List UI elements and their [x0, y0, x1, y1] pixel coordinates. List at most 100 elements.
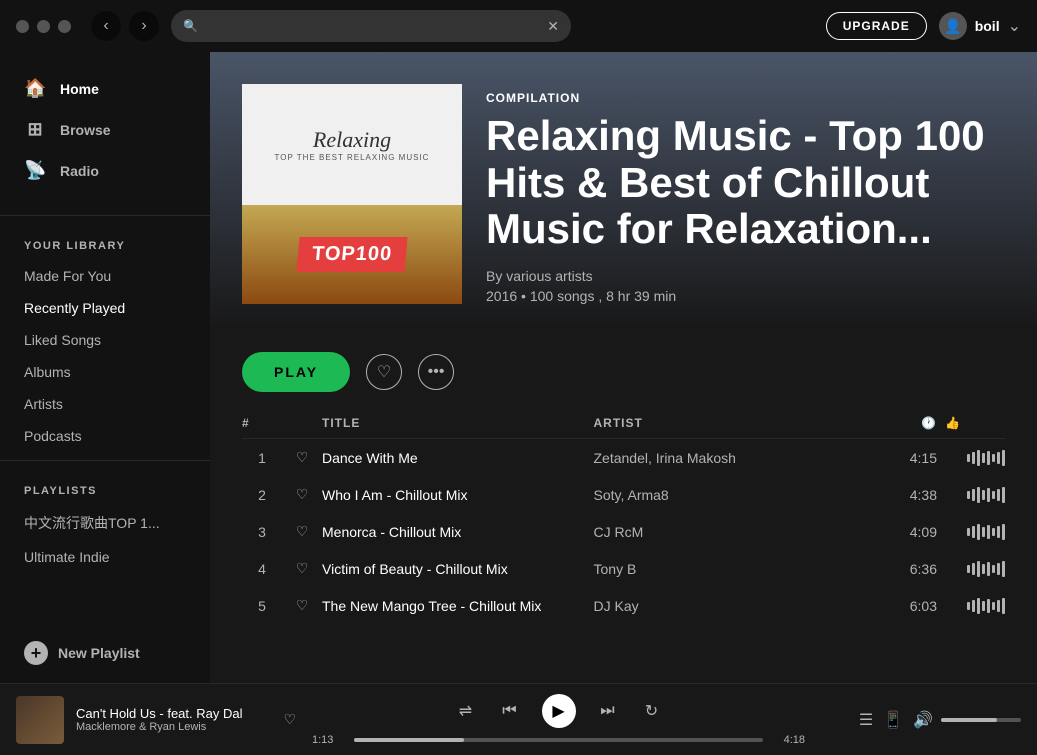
- sidebar-divider-2: [0, 460, 210, 461]
- window-dot-maximize[interactable]: [58, 20, 71, 33]
- waveform-bar: [972, 563, 975, 575]
- track-title: Menorca - Chillout Mix: [322, 524, 594, 540]
- track-row[interactable]: 5 ♡ The New Mango Tree - Chillout Mix DJ…: [242, 587, 1005, 624]
- track-title: Dance With Me: [322, 450, 594, 466]
- waveform-bar: [967, 454, 970, 462]
- col-thumbsup-header: 👍: [945, 416, 1005, 430]
- now-playing-info: Can't Hold Us - feat. Ray Dal Macklemore…: [76, 706, 271, 733]
- play-button[interactable]: PLAY: [242, 352, 350, 392]
- track-row[interactable]: 2 ♡ Who I Am - Chillout Mix Soty, Arma8 …: [242, 476, 1005, 513]
- url-input[interactable]: https://open.spotify.: [206, 19, 539, 34]
- track-artist: CJ RcM: [594, 524, 866, 540]
- track-waveform: [945, 524, 1005, 540]
- sidebar-item-browse[interactable]: ⊞ Browse: [0, 109, 210, 150]
- track-like-button[interactable]: ♡: [282, 597, 322, 614]
- waveform-bar: [992, 528, 995, 536]
- waveform-bar: [977, 561, 980, 577]
- waveform-bar: [967, 602, 970, 610]
- window-dot-minimize[interactable]: [37, 20, 50, 33]
- next-button[interactable]: ⏭: [596, 699, 620, 723]
- play-pause-button[interactable]: ▶: [542, 694, 576, 728]
- prev-button[interactable]: ⏮: [498, 699, 522, 723]
- sidebar: 🏠 Home ⊞ Browse 📡 Radio YOUR LIBRARY Mad…: [0, 52, 210, 683]
- album-art-subtitle: TOP THE BEST RELAXING MUSIC: [275, 153, 430, 162]
- user-name-label: boil: [975, 18, 1000, 34]
- track-like-button[interactable]: ♡: [282, 486, 322, 503]
- waveform-bar: [1002, 524, 1005, 540]
- progress-bar[interactable]: [354, 738, 763, 742]
- sidebar-item-liked-songs[interactable]: Liked Songs: [0, 324, 210, 356]
- track-duration: 4:09: [865, 524, 945, 540]
- progress-fill: [354, 738, 464, 742]
- now-playing-art: [16, 696, 64, 744]
- track-like-button[interactable]: ♡: [282, 523, 322, 540]
- new-playlist-button[interactable]: + New Playlist: [0, 631, 210, 675]
- track-duration: 6:03: [865, 598, 945, 614]
- track-row[interactable]: 3 ♡ Menorca - Chillout Mix CJ RcM 4:09: [242, 513, 1005, 550]
- url-close-icon[interactable]: ✕: [547, 18, 559, 35]
- track-num: 2: [242, 487, 282, 503]
- waveform-bar: [1002, 450, 1005, 466]
- track-artist: DJ Kay: [594, 598, 866, 614]
- volume-button[interactable]: 🔊: [913, 710, 933, 730]
- more-options-button[interactable]: •••: [418, 354, 454, 390]
- search-icon: 🔍: [183, 19, 198, 33]
- track-like-button[interactable]: ♡: [282, 560, 322, 577]
- waveform-bar: [1002, 598, 1005, 614]
- album-type-label: COMPILATION: [486, 91, 1005, 105]
- back-button[interactable]: ‹: [91, 11, 121, 41]
- track-waveform: [945, 561, 1005, 577]
- track-like-button[interactable]: ♡: [282, 449, 322, 466]
- track-title: Who I Am - Chillout Mix: [322, 487, 594, 503]
- album-art: Relaxing TOP THE BEST RELAXING MUSIC TOP…: [242, 84, 462, 304]
- bottom-player: Can't Hold Us - feat. Ray Dal Macklemore…: [0, 683, 1037, 755]
- track-artist: Soty, Arma8: [594, 487, 866, 503]
- volume-bar[interactable]: [941, 718, 1021, 722]
- sidebar-item-made-for-you[interactable]: Made For You: [0, 260, 210, 292]
- album-year: 2016: [486, 288, 517, 304]
- waveform-bar: [972, 526, 975, 538]
- player-controls: ⇌ ⏮ ▶ ⏭ ↻ 1:13 4:18: [312, 694, 805, 746]
- waveform-bar: [977, 524, 980, 540]
- waveform-bar: [977, 450, 980, 466]
- sidebar-item-radio-label: Radio: [60, 163, 99, 179]
- waveform-bar: [997, 489, 1000, 501]
- nav-arrows: ‹ ›: [91, 11, 159, 41]
- shuffle-button[interactable]: ⇌: [454, 699, 478, 723]
- queue-button[interactable]: ☰: [859, 710, 873, 730]
- album-art-bottom: TOP100: [242, 205, 462, 304]
- window-dot-close[interactable]: [16, 20, 29, 33]
- sidebar-item-playlist-2[interactable]: Ultimate Indie: [0, 541, 210, 573]
- now-playing-like-button[interactable]: ♡: [283, 711, 296, 728]
- like-button[interactable]: ♡: [366, 354, 402, 390]
- track-waveform: [945, 598, 1005, 614]
- waveform-bar: [992, 602, 995, 610]
- album-songs-count: 100 songs: [530, 288, 595, 304]
- album-dot-sep: •: [521, 288, 530, 304]
- devices-button[interactable]: 📱: [883, 710, 903, 730]
- sidebar-item-albums[interactable]: Albums: [0, 356, 210, 388]
- home-icon: 🏠: [24, 78, 46, 99]
- track-row[interactable]: 4 ♡ Victim of Beauty - Chillout Mix Tony…: [242, 550, 1005, 587]
- repeat-button[interactable]: ↻: [640, 699, 664, 723]
- sidebar-item-recently-played[interactable]: Recently Played: [0, 292, 210, 324]
- sidebar-divider-1: [0, 215, 210, 216]
- user-area[interactable]: 👤 boil ⌄: [939, 12, 1021, 40]
- track-waveform: [945, 487, 1005, 503]
- sidebar-item-playlist-1[interactable]: 中文流行歌曲TOP 1...: [0, 505, 210, 541]
- volume-area: 🔊: [913, 710, 1021, 730]
- waveform-bar: [972, 600, 975, 612]
- track-num: 1: [242, 450, 282, 466]
- waveform-bar: [987, 599, 990, 613]
- album-duration: 8 hr 39 min: [606, 288, 676, 304]
- tracks-container: 1 ♡ Dance With Me Zetandel, Irina Makosh…: [242, 439, 1005, 624]
- sidebar-item-podcasts[interactable]: Podcasts: [0, 420, 210, 452]
- sidebar-item-artists[interactable]: Artists: [0, 388, 210, 420]
- top100-badge: TOP100: [296, 237, 407, 272]
- upgrade-button[interactable]: UPGRADE: [826, 12, 927, 40]
- album-art-text-block: Relaxing TOP THE BEST RELAXING MUSIC: [275, 127, 430, 162]
- sidebar-item-home[interactable]: 🏠 Home: [0, 68, 210, 109]
- sidebar-item-radio[interactable]: 📡 Radio: [0, 150, 210, 191]
- track-row[interactable]: 1 ♡ Dance With Me Zetandel, Irina Makosh…: [242, 439, 1005, 476]
- forward-button[interactable]: ›: [129, 11, 159, 41]
